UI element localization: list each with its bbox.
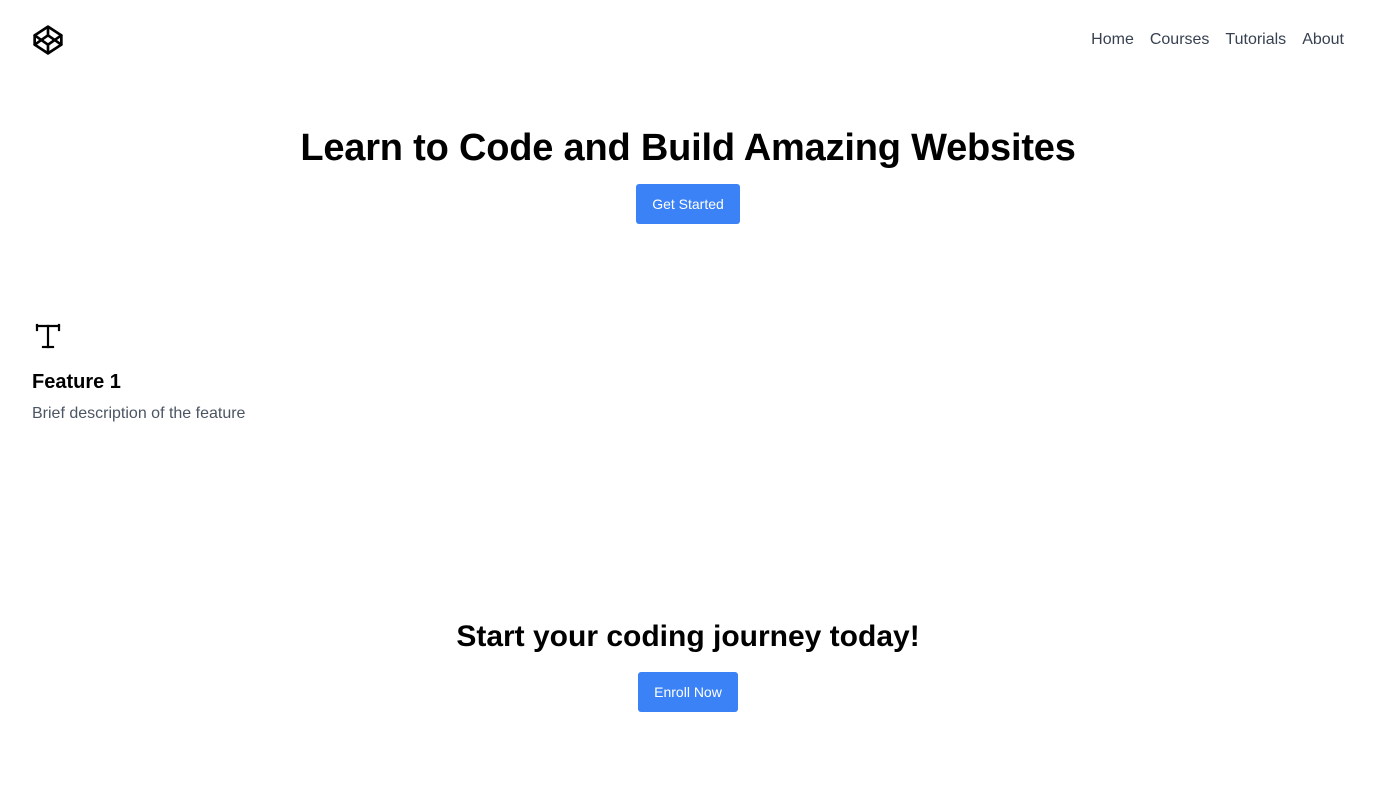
hero-section: Learn to Code and Build Amazing Websites… (0, 126, 1376, 224)
get-started-button[interactable]: Get Started (636, 184, 740, 224)
landing-page: Home Courses Tutorials About Learn to Co… (0, 0, 1376, 808)
cta-section: Start your coding journey today! Enroll … (0, 618, 1376, 712)
nav-link-about[interactable]: About (1302, 30, 1344, 50)
feature-description: Brief description of the feature (32, 405, 246, 422)
site-header: Home Courses Tutorials About (32, 0, 1344, 80)
nav-link-tutorials[interactable]: Tutorials (1225, 30, 1286, 50)
feature-title: Feature 1 (32, 371, 121, 393)
logo[interactable] (32, 24, 64, 56)
hero-title: Learn to Code and Build Amazing Websites (300, 127, 1076, 169)
main-nav: Home Courses Tutorials About (1091, 30, 1344, 50)
codepen-cube-icon (33, 25, 63, 55)
enroll-now-button[interactable]: Enroll Now (638, 672, 738, 712)
text-t-icon (32, 320, 64, 352)
nav-link-courses[interactable]: Courses (1150, 30, 1210, 50)
cta-title: Start your coding journey today! (456, 620, 920, 653)
nav-link-home[interactable]: Home (1091, 30, 1134, 50)
feature-card: Feature 1 Brief description of the featu… (32, 320, 352, 424)
